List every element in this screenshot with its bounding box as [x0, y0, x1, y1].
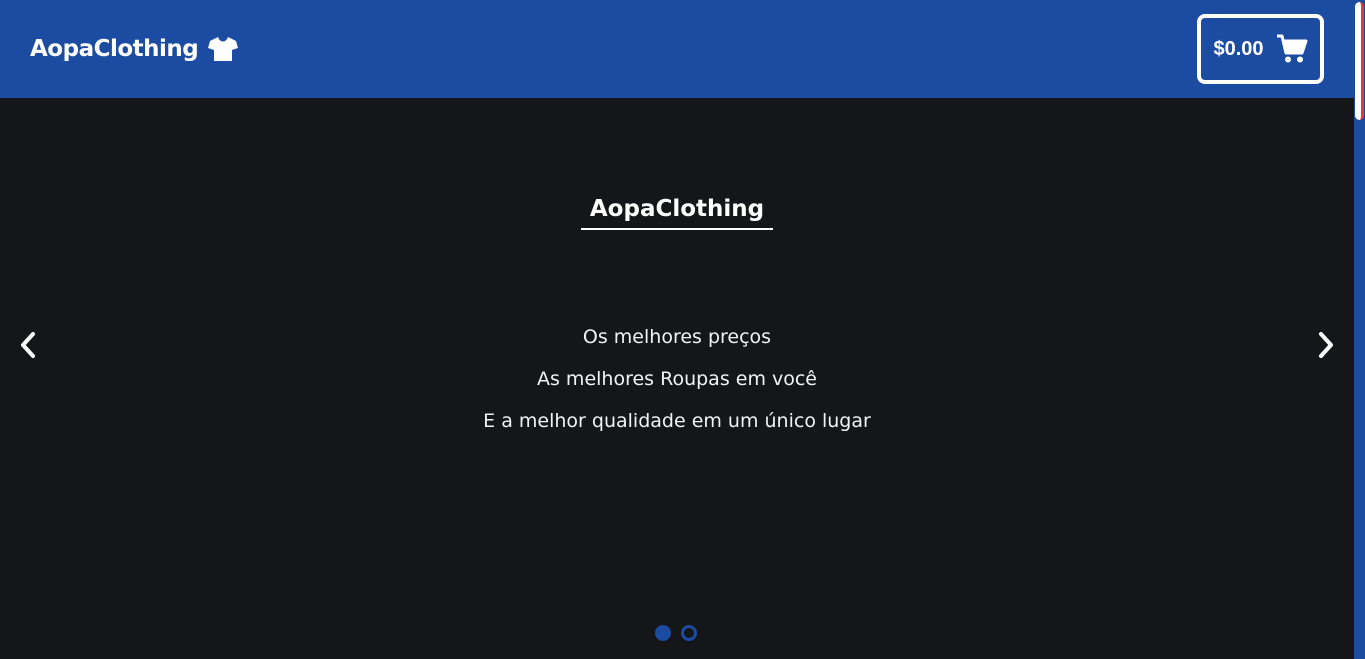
navbar: AopaClothing $0.00	[0, 0, 1354, 98]
cart-button[interactable]: $0.00	[1197, 14, 1324, 84]
hero-line-clothes: As melhores Roupas em você	[537, 368, 817, 390]
carousel-prev-button[interactable]	[13, 328, 43, 362]
hero-carousel: AopaClothing Os melhores preços As melho…	[0, 98, 1354, 659]
shopping-cart-icon	[1276, 34, 1308, 64]
chevron-left-icon	[21, 332, 35, 358]
tshirt-icon	[208, 36, 239, 62]
chevron-right-icon	[1319, 332, 1333, 358]
brand-link[interactable]: AopaClothing	[30, 36, 239, 62]
hero-line-prices: Os melhores preços	[582, 326, 772, 348]
hero-line-quality: E a melhor qualidade em um único lugar	[483, 410, 871, 432]
cart-total: $0.00	[1213, 37, 1264, 60]
carousel-indicator-1[interactable]	[655, 625, 671, 641]
scrollbar-thumb[interactable]	[1355, 2, 1364, 120]
carousel-indicators	[655, 625, 697, 641]
carousel-next-button[interactable]	[1311, 328, 1341, 362]
hero-title: AopaClothing	[581, 196, 773, 230]
hero-text: Os melhores preços As melhores Roupas em…	[0, 316, 1354, 442]
brand-name: AopaClothing	[30, 36, 199, 62]
carousel-indicator-2[interactable]	[681, 625, 697, 641]
